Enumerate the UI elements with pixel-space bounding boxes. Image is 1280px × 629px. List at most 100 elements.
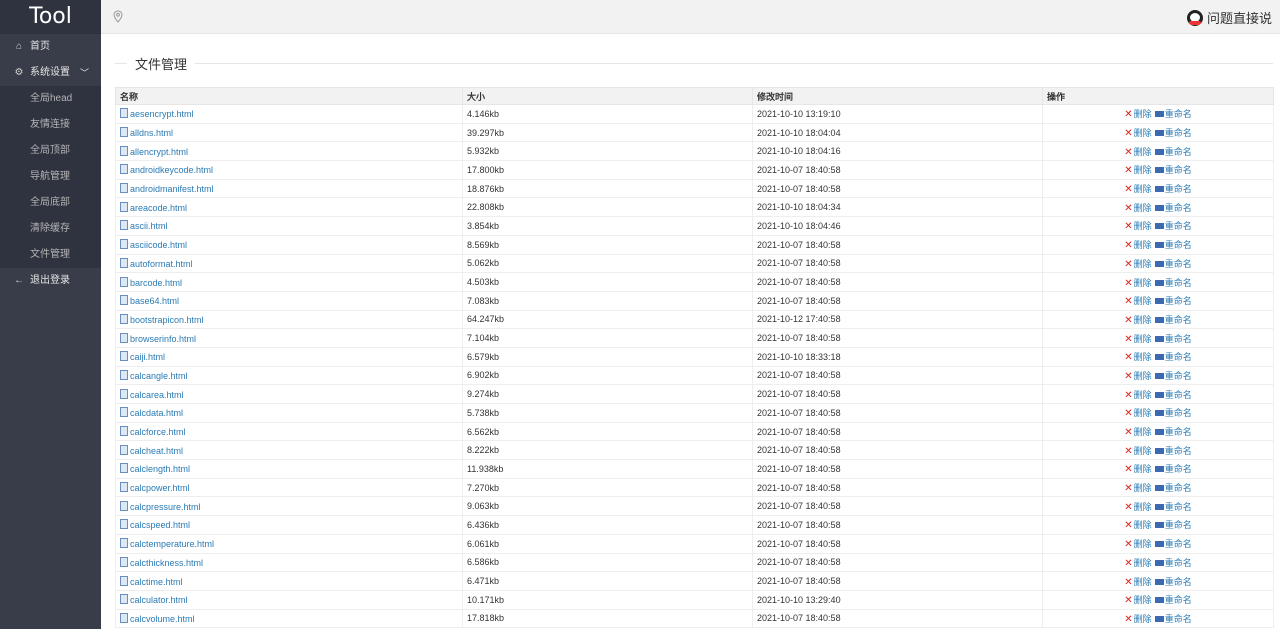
file-link[interactable]: calcforce.html — [130, 427, 186, 437]
delete-button[interactable]: ✕删除 — [1124, 595, 1151, 606]
nav-settings[interactable]: ⚙ 系统设置 ﹀ — [0, 60, 101, 86]
file-link[interactable]: autoformat.html — [130, 259, 193, 269]
delete-button[interactable]: ✕删除 — [1124, 259, 1151, 270]
rename-button[interactable]: 重命名 — [1152, 577, 1192, 587]
file-link[interactable]: calctemperature.html — [130, 539, 214, 549]
rename-button[interactable]: 重命名 — [1152, 259, 1192, 269]
rename-label: 重命名 — [1164, 427, 1192, 438]
rename-button[interactable]: 重命名 — [1152, 315, 1192, 325]
file-link[interactable]: calcangle.html — [130, 371, 188, 381]
rename-button[interactable]: 重命名 — [1152, 520, 1192, 530]
sub-item-cache[interactable]: 清除缓存 — [0, 216, 101, 242]
rename-button[interactable]: 重命名 — [1152, 483, 1192, 493]
rename-button[interactable]: 重命名 — [1152, 109, 1192, 119]
file-link[interactable]: calclength.html — [130, 464, 190, 474]
delete-button[interactable]: ✕删除 — [1124, 128, 1151, 139]
rename-button[interactable]: 重命名 — [1152, 464, 1192, 474]
file-link[interactable]: aesencrypt.html — [130, 109, 194, 119]
delete-button[interactable]: ✕删除 — [1124, 278, 1151, 289]
rename-button[interactable]: 重命名 — [1152, 165, 1192, 175]
rename-button[interactable]: 重命名 — [1152, 221, 1192, 231]
file-link[interactable]: calcvolume.html — [130, 614, 195, 624]
rename-button[interactable]: 重命名 — [1152, 184, 1192, 194]
delete-button[interactable]: ✕删除 — [1124, 408, 1151, 419]
rename-button[interactable]: 重命名 — [1152, 278, 1192, 288]
file-link[interactable]: calcdata.html — [130, 408, 183, 418]
sub-item-top[interactable]: 全局顶部 — [0, 138, 101, 164]
file-icon — [120, 388, 128, 399]
delete-button[interactable]: ✕删除 — [1124, 539, 1151, 550]
delete-button[interactable]: ✕删除 — [1124, 520, 1151, 531]
rename-button[interactable]: 重命名 — [1152, 427, 1192, 437]
delete-button[interactable]: ✕删除 — [1124, 221, 1151, 232]
rename-button[interactable]: 重命名 — [1152, 334, 1192, 344]
sub-item-links[interactable]: 友情连接 — [0, 112, 101, 138]
file-link[interactable]: calcspeed.html — [130, 520, 190, 530]
file-link[interactable]: calcheat.html — [130, 446, 183, 456]
rename-button[interactable]: 重命名 — [1152, 240, 1192, 250]
file-link[interactable]: areacode.html — [130, 203, 187, 213]
sub-item-files[interactable]: 文件管理 — [0, 242, 101, 268]
file-link[interactable]: calcpower.html — [130, 483, 190, 493]
rename-button[interactable]: 重命名 — [1152, 502, 1192, 512]
rename-button[interactable]: 重命名 — [1152, 595, 1192, 605]
rename-button[interactable]: 重命名 — [1152, 128, 1192, 138]
delete-button[interactable]: ✕删除 — [1124, 446, 1151, 457]
rename-button[interactable]: 重命名 — [1152, 352, 1192, 362]
file-link[interactable]: calctime.html — [130, 577, 183, 587]
delete-button[interactable]: ✕删除 — [1124, 315, 1151, 326]
delete-button[interactable]: ✕删除 — [1124, 502, 1151, 513]
delete-label: 删除 — [1133, 352, 1152, 363]
delete-button[interactable]: ✕删除 — [1124, 427, 1151, 438]
rename-button[interactable]: 重命名 — [1152, 296, 1192, 306]
nav-home[interactable]: ⌂ 首页 — [0, 34, 101, 60]
delete-button[interactable]: ✕删除 — [1124, 483, 1151, 494]
delete-button[interactable]: ✕删除 — [1124, 371, 1151, 382]
rename-button[interactable]: 重命名 — [1152, 558, 1192, 568]
delete-button[interactable]: ✕删除 — [1124, 334, 1151, 345]
delete-button[interactable]: ✕删除 — [1124, 390, 1151, 401]
help-link[interactable]: 问题直接说 — [1186, 8, 1272, 27]
delete-button[interactable]: ✕删除 — [1124, 352, 1152, 363]
nav-logout[interactable]: ← 退出登录 — [0, 268, 101, 294]
sub-item-footer[interactable]: 全局底部 — [0, 190, 101, 216]
delete-button[interactable]: ✕删除 — [1124, 165, 1151, 176]
rename-button[interactable]: 重命名 — [1152, 614, 1192, 624]
file-link[interactable]: bootstrapicon.html — [130, 315, 204, 325]
delete-button[interactable]: ✕删除 — [1124, 577, 1151, 588]
file-link[interactable]: browserinfo.html — [130, 334, 196, 344]
delete-button[interactable]: ✕删除 — [1124, 614, 1151, 625]
file-name-cell: calcarea.html — [115, 384, 463, 404]
file-link[interactable]: calcpressure.html — [130, 502, 201, 512]
file-link[interactable]: base64.html — [130, 296, 179, 306]
rename-button[interactable]: 重命名 — [1152, 446, 1192, 456]
file-link[interactable]: barcode.html — [130, 278, 182, 288]
rename-button[interactable]: 重命名 — [1152, 408, 1192, 418]
rename-button[interactable]: 重命名 — [1152, 539, 1192, 549]
rename-button[interactable]: 重命名 — [1152, 390, 1192, 400]
sub-item-head[interactable]: 全局head — [0, 86, 101, 112]
file-link[interactable]: alldns.html — [130, 128, 173, 138]
file-link[interactable]: ascii.html — [130, 221, 168, 231]
delete-button[interactable]: ✕删除 — [1124, 147, 1151, 158]
delete-button[interactable]: ✕删除 — [1124, 240, 1151, 251]
delete-button[interactable]: ✕删除 — [1124, 184, 1151, 195]
delete-button[interactable]: ✕删除 — [1124, 203, 1151, 214]
file-link[interactable]: allencrypt.html — [130, 147, 188, 157]
sub-item-nav[interactable]: 导航管理 — [0, 164, 101, 190]
file-link[interactable]: androidkeycode.html — [130, 165, 213, 175]
file-link[interactable]: calcthickness.html — [130, 558, 203, 568]
file-link[interactable]: calculator.html — [130, 595, 188, 605]
file-link[interactable]: asciicode.html — [130, 240, 187, 250]
file-link[interactable]: calcarea.html — [130, 390, 184, 400]
rename-button[interactable]: 重命名 — [1152, 371, 1192, 381]
location-icon[interactable] — [113, 10, 125, 24]
delete-button[interactable]: ✕删除 — [1124, 464, 1151, 475]
delete-button[interactable]: ✕删除 — [1124, 558, 1151, 569]
delete-button[interactable]: ✕删除 — [1124, 296, 1151, 307]
file-link[interactable]: androidmanifest.html — [130, 184, 214, 194]
rename-button[interactable]: 重命名 — [1152, 203, 1192, 213]
file-link[interactable]: caiji.html — [130, 352, 165, 362]
rename-button[interactable]: 重命名 — [1152, 147, 1192, 157]
delete-button[interactable]: ✕删除 — [1124, 109, 1151, 120]
